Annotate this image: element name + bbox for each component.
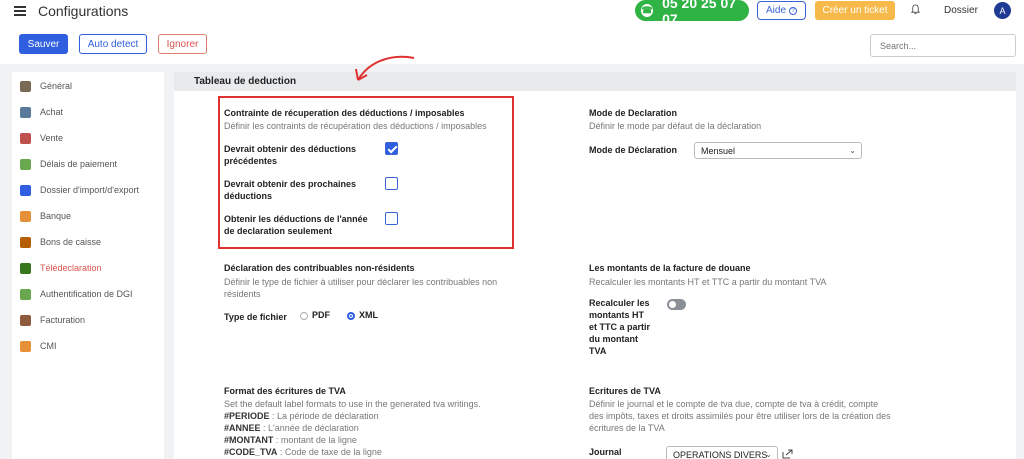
mode-declaration-label: Mode de Déclaration [589, 145, 678, 155]
token-code-tva: #CODE_TVA : Code de taxe de la ligne [224, 447, 382, 457]
create-ticket-button[interactable]: Créer un ticket [815, 1, 895, 20]
sidebar-item-label: Achat [40, 107, 64, 117]
mode-declaration-value: Mensuel [701, 145, 736, 156]
bank-icon [20, 210, 31, 222]
menu-icon[interactable] [14, 6, 26, 16]
calendar-icon [20, 158, 31, 170]
folder-icon [20, 184, 31, 196]
sidebar-item-label: Bons de caisse [40, 237, 102, 247]
token-annee: #ANNEE : L'année de déclaration [224, 423, 359, 433]
top-bar: Configurations ☎ 05 20 25 07 07 Aide ? C… [0, 0, 1024, 28]
action-bar: Sauver Auto detect Ignorer [0, 28, 1024, 64]
pdf-option-label: PDF [312, 310, 330, 320]
format-tva-desc: Set the default label formats to use in … [224, 399, 481, 409]
sidebar-item[interactable]: Achat [12, 102, 164, 122]
sidebar-item[interactable]: Délais de paiement [12, 154, 164, 174]
sidebar-item[interactable]: Facturation [12, 310, 164, 330]
sidebar-item-label: Vente [40, 133, 64, 143]
sidebar-item[interactable]: CMI [12, 336, 164, 356]
journal-select[interactable]: OPERATIONS DIVERS ⌄ [666, 446, 778, 459]
recalculate-toggle[interactable] [667, 299, 686, 310]
cart-icon [20, 106, 31, 118]
pdf-radio[interactable] [300, 311, 308, 320]
search-input[interactable] [870, 34, 1016, 57]
sidebar-item[interactable]: Télédeclaration [12, 258, 164, 278]
ecritures-tva-desc: Définir le journal et le compte de tva d… [589, 399, 891, 433]
annotation-arrow-icon [355, 55, 415, 81]
sidebar-item[interactable]: Dossier d'import/d'export [12, 180, 164, 200]
token-periode: #PERIODE : La période de déclaration [224, 411, 379, 421]
sidebar-item[interactable]: Authentification de DGI [12, 284, 164, 304]
support-phone-number: 05 20 25 07 07 [662, 0, 737, 27]
external-link-icon[interactable] [782, 449, 794, 459]
section-title: Tableau de deduction [174, 72, 1016, 91]
mode-declaration-select[interactable]: Mensuel ⌄ [694, 142, 862, 159]
sidebar-item-label: Banque [40, 211, 72, 221]
dossier-menu[interactable]: Dossier [944, 5, 978, 16]
card-icon [20, 340, 31, 352]
sidebar-item[interactable]: Général [12, 76, 164, 96]
chart-icon [20, 132, 31, 144]
douane-title: Les montants de la facture de douane [589, 263, 751, 273]
xml-radio[interactable] [347, 311, 356, 320]
sidebar-item-label: Authentification de DGI [40, 289, 133, 299]
headset-icon: ☎ [641, 4, 654, 17]
sidebar-item[interactable]: Banque [12, 206, 164, 226]
save-button[interactable]: Sauver [19, 34, 68, 54]
non-residents-desc: Définir le type de fichier à utiliser po… [224, 277, 498, 299]
journal-value: OPERATIONS DIVERS [673, 449, 768, 459]
chevron-down-icon: ⌄ [849, 146, 856, 155]
key-icon [20, 288, 31, 300]
sidebar: Général Achat Vente Délais de paiement Dossi… [12, 72, 164, 459]
ecritures-tva-title: Ecritures de TVA [589, 386, 661, 396]
document-icon [20, 262, 31, 274]
help-label: Aide [765, 5, 786, 16]
sidebar-item[interactable]: Vente [12, 128, 164, 148]
avatar[interactable]: A [994, 2, 1011, 19]
douane-desc: Recalculer les montants HT et TTC a part… [589, 277, 827, 287]
question-icon: ? [789, 6, 797, 15]
receipt-icon [20, 236, 31, 248]
gear-icon [20, 80, 31, 92]
support-phone-button[interactable]: ☎ 05 20 25 07 07 [635, 0, 749, 27]
xml-option-label: XML [359, 310, 379, 320]
sidebar-item-label: Télédeclaration [40, 263, 102, 273]
help-button[interactable]: Aide ? [757, 1, 806, 20]
file-type-options: PDF XML [300, 310, 378, 320]
douane-field-label: Recalculer les montants HT et TTC a part… [589, 298, 651, 356]
mode-declaration-desc: Définir le mode par défaut de la déclara… [589, 121, 762, 131]
sidebar-item-label: Facturation [40, 315, 86, 325]
auto-detect-button[interactable]: Auto detect [79, 34, 147, 54]
tag-icon [20, 314, 31, 326]
file-type-label: Type de fichier [224, 312, 287, 322]
journal-label: Journal [589, 447, 622, 457]
mode-declaration-title: Mode de Declaration [589, 108, 678, 118]
bell-icon[interactable] [910, 4, 921, 15]
sidebar-item-label: Général [40, 81, 73, 91]
sidebar-item[interactable]: Bons de caisse [12, 232, 164, 252]
non-residents-title: Déclaration des contribuables non-réside… [224, 263, 415, 273]
sidebar-item-label: CMI [40, 341, 57, 351]
format-tva-tokens: #PERIODE : La période de déclaration #AN… [224, 410, 382, 458]
format-tva-title: Format des écritures de TVA [224, 386, 346, 396]
token-montant: #MONTANT : montant de la ligne [224, 435, 357, 445]
highlight-box [218, 96, 514, 249]
ignore-button[interactable]: Ignorer [158, 34, 207, 54]
sidebar-item-label: Délais de paiement [40, 159, 118, 169]
chevron-down-icon: ⌄ [765, 450, 772, 459]
sidebar-item-label: Dossier d'import/d'export [40, 185, 139, 195]
page-title: Configurations [38, 3, 129, 19]
